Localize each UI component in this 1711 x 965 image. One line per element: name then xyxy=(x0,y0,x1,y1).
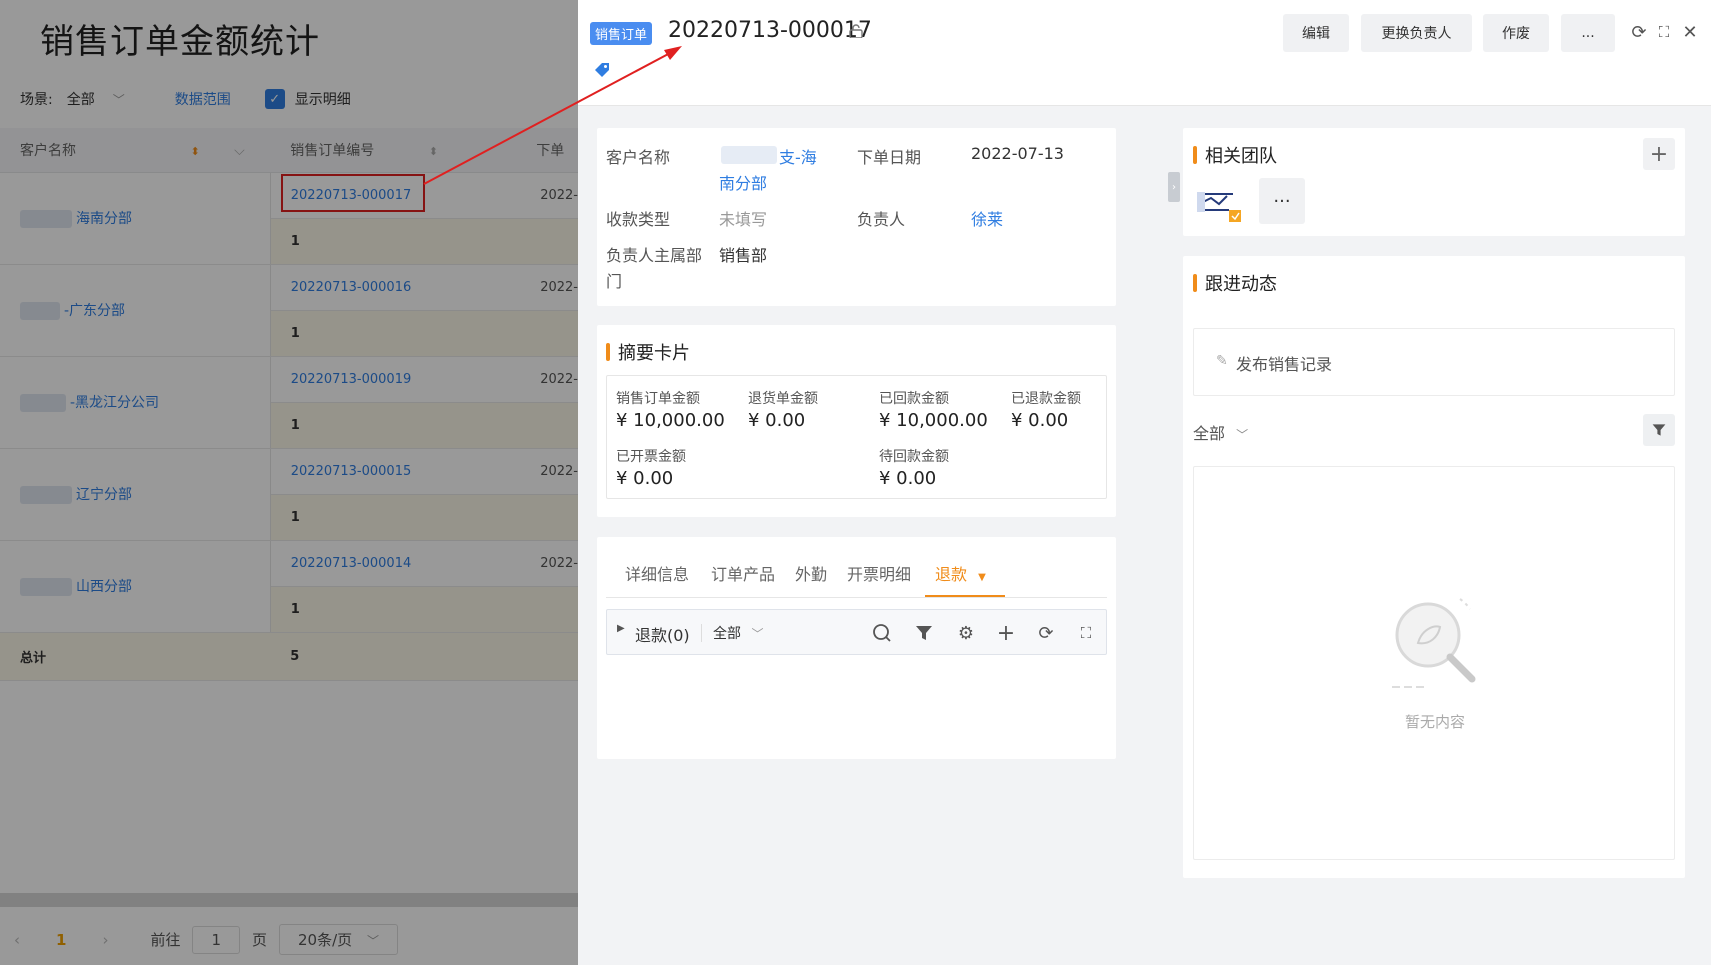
follow-up-card: 跟进动态 ✎ 发布销售记录 全部 ﹀ 暂无内容 xyxy=(1183,256,1685,878)
lock-icon[interactable] xyxy=(848,24,864,38)
empty-state-text: 暂无内容 xyxy=(1404,713,1465,731)
chevron-down-icon: ﹀ xyxy=(751,627,764,641)
follow-filter-button[interactable] xyxy=(1643,414,1675,446)
summary-value: ¥ 10,000.00 xyxy=(616,410,725,431)
customer-link[interactable]: 支-海 xyxy=(779,144,817,168)
summary-box: 销售订单金额 ¥ 10,000.00 退货单金额 ¥ 0.00 已回款金额 ¥ … xyxy=(606,375,1107,499)
order-detail-drawer: 销售订单 20220713-000017 编辑 更换负责人 作废 ... ⟳ ⛶… xyxy=(578,0,1711,965)
edit-icon: ✎ xyxy=(1216,353,1228,369)
refresh-icon[interactable]: ⟳ xyxy=(1035,622,1057,644)
filter-icon xyxy=(1652,424,1666,436)
close-icon[interactable]: ✕ xyxy=(1680,22,1700,43)
order-number-title: 20220713-000017 xyxy=(668,18,872,43)
summary-value: ¥ 0.00 xyxy=(748,410,806,431)
order-date-label: 下单日期 xyxy=(857,148,922,167)
follow-filter-select[interactable]: 全部 ﹀ xyxy=(1193,420,1248,444)
summary-title: 摘要卡片 xyxy=(606,339,690,365)
refresh-icon[interactable]: ⟳ xyxy=(1629,22,1649,43)
avatar[interactable] xyxy=(1193,180,1241,224)
owner-dept-value: 销售部 xyxy=(719,246,768,265)
edit-button[interactable]: 编辑 xyxy=(1283,14,1349,52)
add-icon[interactable]: + xyxy=(995,621,1017,646)
summary-value: ¥ 0.00 xyxy=(1011,410,1069,431)
summary-value: ¥ 0.00 xyxy=(616,468,674,489)
owner-dept-label: 负责人主属部 xyxy=(606,246,703,265)
fullscreen-icon[interactable]: ⛶ xyxy=(1075,622,1097,644)
chevron-down-icon: ﹀ xyxy=(1236,428,1249,442)
tab-refund[interactable]: 退款 ▼ xyxy=(925,561,1005,597)
tag-icon[interactable] xyxy=(592,60,612,80)
refund-section-title[interactable]: 退款(0) xyxy=(635,622,690,646)
refund-filter-select[interactable]: 全部 ﹀ xyxy=(713,623,763,643)
filter-icon[interactable] xyxy=(913,622,935,644)
follow-up-title: 跟进动态 xyxy=(1193,270,1277,296)
customer-link-line2[interactable]: 南分部 xyxy=(719,170,767,194)
owner-label: 负责人 xyxy=(857,210,906,229)
caret-right-icon[interactable]: ▶ xyxy=(617,623,625,634)
post-sales-record-label: 发布销售记录 xyxy=(1236,355,1333,374)
tab-detail[interactable]: 详细信息 xyxy=(625,561,689,597)
drawer-header: 销售订单 20220713-000017 编辑 更换负责人 作废 ... ⟳ ⛶… xyxy=(578,0,1711,106)
related-tabs-card: 详细信息 订单产品 外勤 开票明细 退款 ▼ ▶ 退款(0) 全部 ﹀ ⚙ + … xyxy=(597,537,1116,759)
post-sales-record-box[interactable]: ✎ 发布销售记录 xyxy=(1193,328,1675,396)
modal-overlay[interactable] xyxy=(0,0,578,965)
object-type-badge: 销售订单 xyxy=(590,22,653,45)
tab-field-work[interactable]: 外勤 xyxy=(795,561,827,597)
change-owner-button[interactable]: 更换负责人 xyxy=(1361,14,1472,52)
pay-type-label: 收款类型 xyxy=(606,210,671,229)
summary-label: 待回款金额 xyxy=(879,449,949,465)
owner-dept-label-line2: 门 xyxy=(606,272,623,291)
team-card: 相关团队 + ··· xyxy=(1183,128,1685,236)
void-button[interactable]: 作废 xyxy=(1483,14,1549,52)
order-date-value: 2022-07-13 xyxy=(971,144,1064,163)
summary-value: ¥ 10,000.00 xyxy=(879,410,988,431)
tab-order-products[interactable]: 订单产品 xyxy=(711,561,775,597)
caret-down-icon: ▼ xyxy=(978,572,986,583)
summary-label: 已开票金额 xyxy=(616,449,686,465)
refund-toolbar: ▶ 退款(0) 全部 ﹀ ⚙ + ⟳ ⛶ xyxy=(606,609,1107,655)
summary-value: ¥ 0.00 xyxy=(879,468,937,489)
empty-state: 暂无内容 xyxy=(1193,466,1675,860)
pay-type-value: 未填写 xyxy=(719,210,768,229)
tab-bar: 详细信息 订单产品 外勤 开票明细 退款 ▼ xyxy=(597,561,1116,598)
fullscreen-icon[interactable]: ⛶ xyxy=(1654,22,1674,42)
owner-link[interactable]: 徐莱 xyxy=(971,206,1003,230)
empty-search-icon xyxy=(1392,598,1476,688)
summary-card: 摘要卡片 销售订单金额 ¥ 10,000.00 退货单金额 ¥ 0.00 已回款… xyxy=(597,325,1116,517)
redacted-block xyxy=(721,146,777,164)
summary-label: 销售订单金额 xyxy=(616,391,700,407)
summary-label: 已退款金额 xyxy=(1011,391,1081,407)
gear-icon[interactable]: ⚙ xyxy=(955,622,977,644)
more-actions-button[interactable]: ... xyxy=(1561,14,1615,52)
summary-label: 已回款金额 xyxy=(879,391,949,407)
summary-label: 退货单金额 xyxy=(748,391,818,407)
collapse-handle-icon[interactable]: › xyxy=(1168,172,1180,202)
add-member-button[interactable]: + xyxy=(1643,138,1675,170)
customer-label: 客户名称 xyxy=(606,148,671,167)
more-members-button[interactable]: ··· xyxy=(1259,178,1305,224)
search-icon[interactable] xyxy=(871,622,893,644)
tab-invoice-detail[interactable]: 开票明细 xyxy=(847,561,911,597)
basic-info-card: 客户名称 支-海 南分部 下单日期 2022-07-13 收款类型 未填写 负责… xyxy=(597,128,1116,306)
team-title: 相关团队 xyxy=(1193,142,1277,168)
